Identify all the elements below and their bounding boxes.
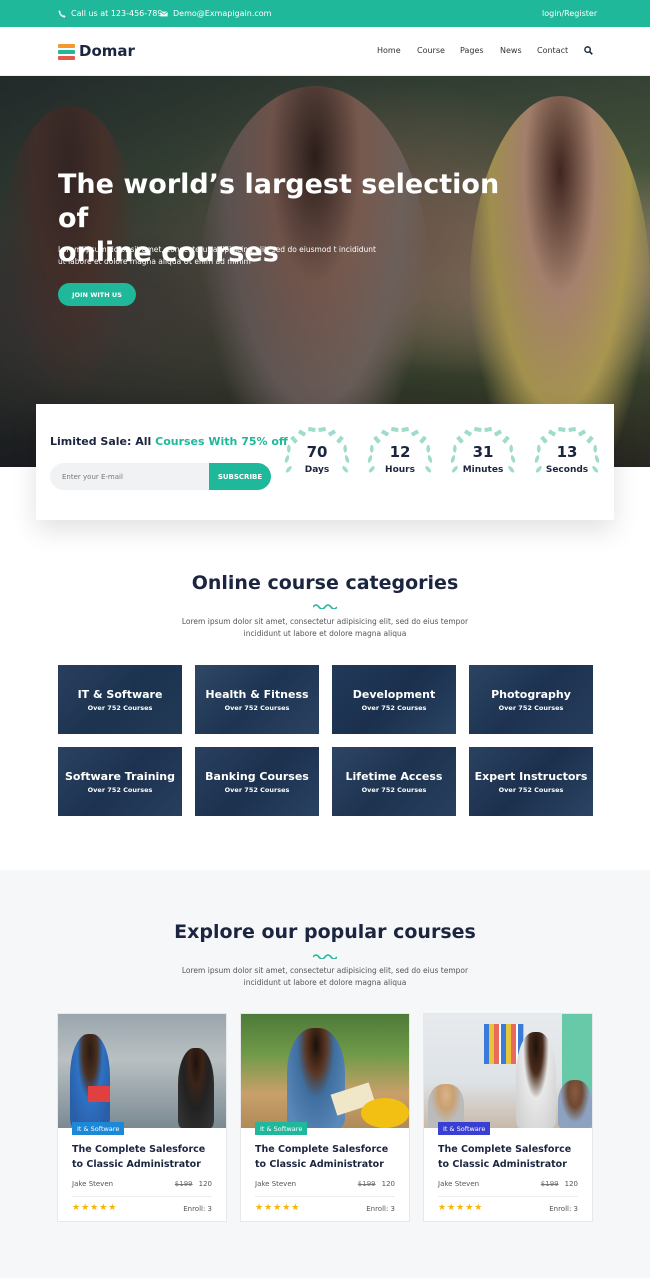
divider [255,1196,395,1197]
category-card[interactable]: Photography Over 752 Courses [469,665,593,734]
countdown-seconds: 13 Seconds [532,424,602,494]
course-title[interactable]: The Complete Salesforce to Classic Admin… [255,1142,405,1172]
course-author: Jake Steven [438,1180,480,1188]
nav-news[interactable]: News [500,46,522,55]
countdown-minutes: 31 Minutes [448,424,518,494]
contact-phone[interactable]: Call us at 123-456-789 [58,9,162,18]
course-image [424,1014,592,1128]
category-card[interactable]: Lifetime Access Over 752 Courses [332,747,456,816]
email-text: Demo@Exmapigain.com [173,9,272,18]
nav-course[interactable]: Course [417,46,445,55]
logo-text: Domar [79,42,135,60]
envelope-icon [160,10,168,16]
category-card[interactable]: Banking Courses Over 752 Courses [195,747,319,816]
logo[interactable]: Domar [58,42,135,60]
nav-contact[interactable]: Contact [537,46,568,55]
subscribe-button[interactable]: SUBSCRIBE [209,463,271,490]
countdown-hours: 12 Hours [365,424,435,494]
nav-home[interactable]: Home [377,46,401,55]
course-enroll: Enroll: 3 [183,1205,212,1213]
squiggle-divider [313,604,337,609]
hero-description: Lorem ipsum dolor sit amet, consectetur … [58,245,377,266]
squiggle-divider [313,954,337,959]
course-card[interactable]: It & Software The Complete Salesforce to… [423,1013,593,1222]
course-author: Jake Steven [72,1180,114,1188]
main-nav: Domar Home Course Pages News Contact [0,27,650,76]
course-tag[interactable]: It & Software [438,1122,491,1135]
phone-text: Call us at 123-456-789 [71,9,163,18]
category-card[interactable]: IT & Software Over 752 Courses [58,665,182,734]
course-image [241,1014,409,1128]
countdown-days: 70 Days [282,424,352,494]
sale-box: Limited Sale: All Courses With 75% off E… [36,404,614,520]
category-card[interactable]: Development Over 752 Courses [332,665,456,734]
course-title[interactable]: The Complete Salesforce to Classic Admin… [72,1142,222,1172]
join-button[interactable]: JOIN WITH US [58,283,136,306]
nav-pages[interactable]: Pages [460,46,484,55]
categories-description: Lorem ipsum dolor sit amet, consectetur … [181,617,469,638]
course-enroll: Enroll: 3 [549,1205,578,1213]
search-icon[interactable] [584,46,593,55]
category-card[interactable]: Expert Instructors Over 752 Courses [469,747,593,816]
course-tag[interactable]: It & Software [72,1122,125,1135]
star-rating-icon: ★★★★★ [438,1203,484,1213]
contact-email[interactable]: Demo@Exmapigain.com [160,9,271,18]
popular-description: Lorem ipsum dolor sit amet, consectetur … [181,966,469,987]
divider [72,1196,212,1197]
course-author: Jake Steven [255,1180,297,1188]
login-register-link[interactable]: login/Register [542,9,597,18]
star-rating-icon: ★★★★★ [72,1203,118,1213]
course-image [58,1014,226,1128]
sale-title: Limited Sale: All Courses With 75% off [50,435,288,448]
course-price: $199 120 [174,1180,212,1188]
course-enroll: Enroll: 3 [366,1205,395,1213]
email-input[interactable]: Enter your E-mail [50,463,210,490]
category-card[interactable]: Software Training Over 752 Courses [58,747,182,816]
books-icon [58,43,75,60]
course-title[interactable]: The Complete Salesforce to Classic Admin… [438,1142,588,1172]
top-bar: Call us at 123-456-789 Demo@Exmapigain.c… [0,0,650,27]
course-price: $199 120 [357,1180,395,1188]
course-tag[interactable]: It & Software [255,1122,308,1135]
star-rating-icon: ★★★★★ [255,1203,301,1213]
popular-title: Explore our popular courses [174,921,476,943]
course-card[interactable]: It & Software The Complete Salesforce to… [57,1013,227,1222]
course-card[interactable]: It & Software The Complete Salesforce to… [240,1013,410,1222]
phone-icon [58,9,66,18]
categories-title: Online course categories [191,572,459,594]
course-price: $199 120 [540,1180,578,1188]
category-card[interactable]: Health & Fitness Over 752 Courses [195,665,319,734]
divider [438,1196,578,1197]
